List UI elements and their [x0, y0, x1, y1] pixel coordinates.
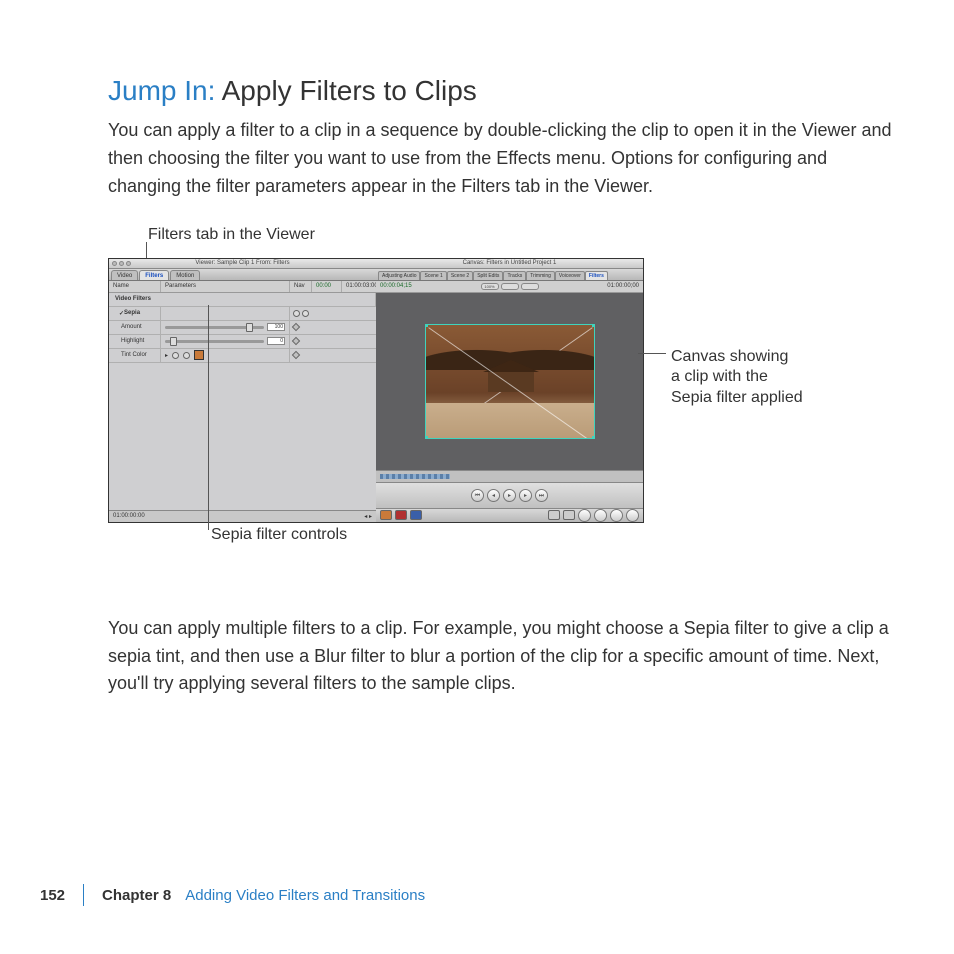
canvas-footer [376, 508, 643, 522]
add-marker-button[interactable] [610, 509, 623, 522]
canvas-tab[interactable]: Voiceover [555, 271, 585, 280]
crop-handle[interactable] [425, 324, 428, 327]
col-nav: Nav [290, 281, 312, 292]
row-highlight: Highlight 0 [109, 335, 376, 349]
tc-out[interactable]: 01:00:03:00 [342, 281, 376, 292]
video-frame-sepia[interactable] [425, 324, 595, 439]
replace-button[interactable] [410, 510, 422, 520]
window-controls[interactable] [112, 261, 131, 266]
keyframe-icon[interactable] [292, 323, 300, 331]
canvas-tab[interactable]: Scene 1 [420, 271, 446, 280]
page-number: 152 [40, 887, 65, 904]
figure: Filters tab in the Viewer Viewer: Sample… [108, 225, 894, 585]
canvas-tab-filters[interactable]: Filters [585, 271, 608, 280]
footer-divider [83, 884, 84, 906]
mark-selection-button[interactable] [626, 509, 639, 522]
viewer-footer: 01:00:00:00 ◂ ▸ [109, 510, 376, 522]
menu-icon[interactable] [302, 310, 309, 317]
crop-handle[interactable] [425, 436, 428, 439]
eyedropper-icon[interactable] [172, 352, 179, 359]
tab-motion[interactable]: Motion [170, 270, 200, 280]
view-mode-button[interactable] [501, 283, 519, 290]
canvas-tabs: Adjusting Audio Scene 1 Scene 2 Split Ed… [376, 269, 643, 281]
row-video-filters[interactable]: Video Filters [109, 293, 376, 307]
zoom-level[interactable]: 100% [481, 283, 499, 290]
filter-list: Video Filters ✓ Sepia Amount 100 Highlig… [109, 293, 376, 510]
scroll-controls[interactable]: ◂ ▸ [364, 513, 372, 520]
canvas-window: Canvas: Filters in Untitled Project 1 Ad… [376, 259, 643, 522]
zoom-controls[interactable]: 100% [481, 283, 539, 290]
chapter-label: Chapter 8 [102, 887, 171, 904]
overlay-button[interactable] [521, 283, 539, 290]
viewer-window: Viewer: Sample Clip 1 From: Filters Vide… [109, 259, 376, 522]
keyframe-icon[interactable] [292, 351, 300, 359]
mark-out-button[interactable] [563, 510, 575, 520]
canvas-header: 00:00:04;15 100% 01:00:00;00 [376, 281, 643, 293]
page-footer: 152 Chapter 8 Adding Video Filters and T… [40, 884, 425, 906]
viewer-title: Viewer: Sample Clip 1 From: Filters [195, 260, 289, 266]
goto-end-button[interactable]: ⏭ [535, 489, 548, 502]
tab-video[interactable]: Video [111, 270, 138, 280]
filter-columns: Name Parameters Nav 00:00 01:00:03:00 [109, 281, 376, 293]
tc-in[interactable]: 00:00 [312, 281, 342, 292]
keyframe-icon[interactable] [292, 337, 300, 345]
canvas-tab[interactable]: Trimming [526, 271, 555, 280]
hue-icon[interactable] [183, 352, 190, 359]
canvas-tc-right[interactable]: 01:00:00;00 [607, 283, 639, 289]
section-heading: Jump In: Apply Filters to Clips [108, 75, 894, 107]
tint-color-swatch[interactable] [194, 350, 204, 360]
col-name: Name [109, 281, 161, 292]
col-params: Parameters [161, 281, 290, 292]
highlight-slider[interactable] [165, 340, 264, 343]
mark-clip-button[interactable] [594, 509, 607, 522]
crop-handle[interactable] [592, 324, 595, 327]
viewer-tabs: Video Filters Motion [109, 269, 376, 281]
body-paragraph: You can apply multiple filters to a clip… [108, 615, 894, 699]
canvas-tab[interactable]: Adjusting Audio [378, 271, 420, 280]
callout-sepia-controls: Sepia filter controls [211, 525, 347, 546]
play-button[interactable]: ▸ [503, 489, 516, 502]
chapter-title: Adding Video Filters and Transitions [185, 887, 425, 904]
transport-controls: ⏮ ◂ ▸ ▸ ⏭ [376, 482, 643, 508]
callout-canvas: Canvas showing a clip with the Sepia fil… [671, 347, 803, 409]
canvas-titlebar: Canvas: Filters in Untitled Project 1 [376, 259, 643, 269]
timeline-ruler[interactable] [376, 470, 643, 482]
callout-line [638, 353, 666, 354]
callout-line [208, 305, 209, 530]
canvas-title: Canvas: Filters in Untitled Project 1 [463, 260, 557, 266]
callout-filters-tab: Filters tab in the Viewer [148, 225, 315, 246]
canvas-tc-left[interactable]: 00:00:04;15 [380, 283, 412, 289]
app-screenshot: Viewer: Sample Clip 1 From: Filters Vide… [108, 258, 644, 523]
crop-handle[interactable] [592, 436, 595, 439]
row-sepia[interactable]: ✓ Sepia [109, 307, 376, 321]
step-back-button[interactable]: ◂ [487, 489, 500, 502]
canvas-tab[interactable]: Tracks [503, 271, 526, 280]
step-fwd-button[interactable]: ▸ [519, 489, 532, 502]
viewer-titlebar: Viewer: Sample Clip 1 From: Filters [109, 259, 376, 269]
highlight-value[interactable]: 0 [267, 337, 285, 345]
row-tint: Tint Color ▸ [109, 349, 376, 363]
amount-value[interactable]: 100 [267, 323, 285, 331]
canvas-viewport[interactable] [376, 293, 643, 470]
intro-paragraph: You can apply a filter to a clip in a se… [108, 117, 894, 201]
jump-in-label: Jump In: [108, 75, 215, 106]
overwrite-button[interactable] [395, 510, 407, 520]
tab-filters[interactable]: Filters [139, 270, 169, 280]
viewer-bottom-tc[interactable]: 01:00:00:00 [113, 513, 145, 519]
heading-title: Apply Filters to Clips [215, 75, 476, 106]
goto-start-button[interactable]: ⏮ [471, 489, 484, 502]
row-amount: Amount 100 [109, 321, 376, 335]
mark-in-button[interactable] [548, 510, 560, 520]
insert-button[interactable] [380, 510, 392, 520]
amount-slider[interactable] [165, 326, 264, 329]
canvas-tab[interactable]: Split Edits [473, 271, 503, 280]
match-frame-button[interactable] [578, 509, 591, 522]
canvas-tab[interactable]: Scene 2 [447, 271, 473, 280]
reset-icon[interactable] [293, 310, 300, 317]
